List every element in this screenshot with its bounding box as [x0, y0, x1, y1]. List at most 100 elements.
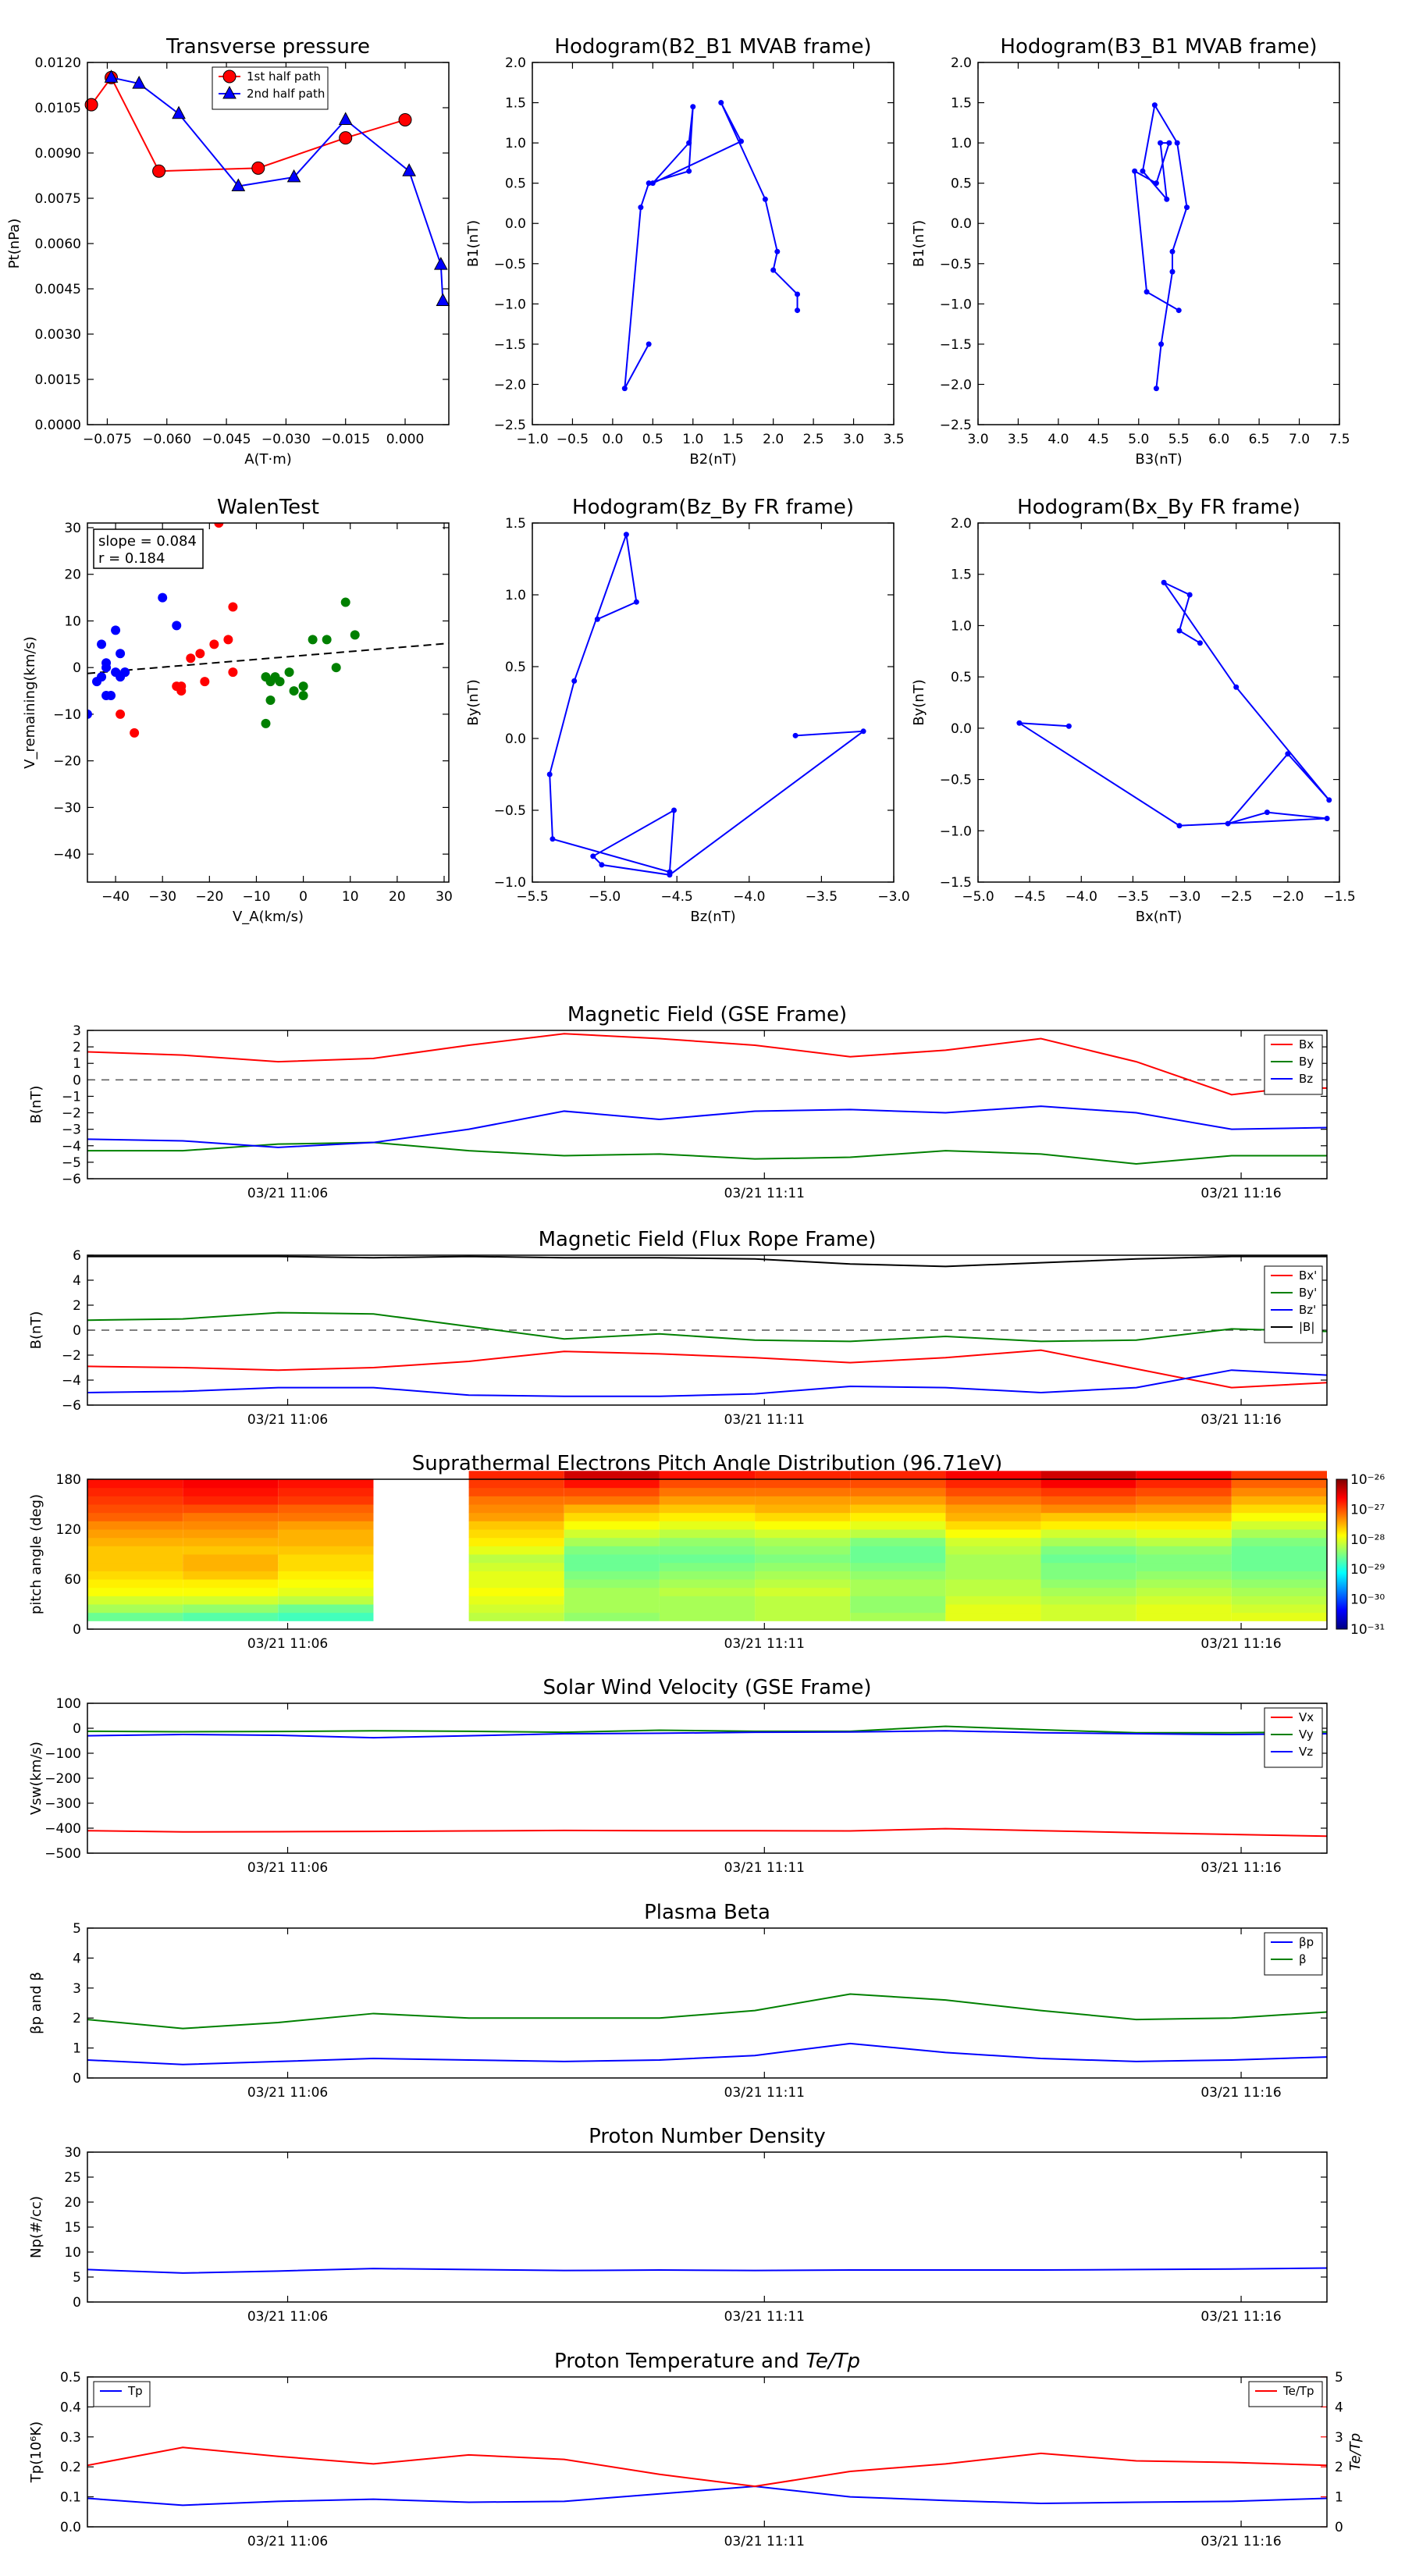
y-tick-label: 4 [73, 1951, 81, 1966]
heatmap-cell [850, 1587, 946, 1596]
heatmap-cell [945, 1579, 1041, 1589]
y-tick-label: −4 [62, 1373, 81, 1389]
heatmap-cell [850, 1604, 946, 1614]
chart-tp: Transverse pressure −0.075 −0.060 −0.045 −0.… [6, 35, 450, 468]
colorbar-tick-label: 10⁻³¹ [1350, 1622, 1385, 1638]
heatmap-cell [564, 1496, 660, 1505]
y-tick-label: 1.0 [505, 136, 526, 151]
heatmap-cell [850, 1521, 946, 1530]
heatmap-cell [1136, 1579, 1232, 1589]
x-tick-label: −0.030 [261, 432, 311, 447]
heatmap-cell [1040, 1504, 1136, 1514]
annotation-text: r = 0.184 [98, 550, 165, 567]
y-tick-label: 0.0105 [35, 101, 81, 116]
heatmap-cell [1231, 1471, 1327, 1480]
y-tick-label: −2.5 [940, 418, 972, 433]
heatmap-cell [468, 1579, 564, 1589]
legend-label: Bx' [1299, 1268, 1317, 1283]
y-tick-label: 20 [64, 2195, 81, 2211]
heatmap-cell [1231, 1546, 1327, 1555]
y-tick-label: 2 [73, 1298, 81, 1314]
data-point [116, 649, 126, 659]
data-point [792, 732, 799, 738]
y-tick-label: −4 [62, 1139, 81, 1155]
data-point [1140, 168, 1146, 174]
heatmap-cell [1136, 1562, 1232, 1571]
colorbar-tick-label: 10⁻²⁹ [1350, 1562, 1385, 1578]
legend-label: 1st half path [247, 69, 321, 84]
data-point [621, 386, 628, 392]
heatmap-cell [468, 1504, 564, 1514]
y2-tick-label: 5 [1335, 2370, 1343, 2386]
chart-title: Magnetic Field (Flux Rope Frame) [539, 1228, 877, 1251]
series-line [87, 1369, 1327, 1397]
x-tick-label: −3.5 [806, 889, 838, 905]
legend-label: Bz [1299, 1072, 1313, 1086]
y2-axis-label: Te/Tp [1347, 2433, 1364, 2471]
data-point [1285, 751, 1291, 757]
heatmap-cell [183, 1537, 279, 1546]
heatmap-cell [183, 1604, 279, 1614]
y-tick-label: 1.5 [505, 516, 526, 532]
y-tick-label: 1 [73, 2041, 81, 2057]
x-tick-label: 20 [389, 889, 406, 905]
y-tick-label: 2.0 [951, 516, 972, 532]
chart-title: Proton Number Density [589, 2125, 826, 2148]
x-tick-label: 03/21 11:06 [247, 2085, 328, 2101]
heatmap-cell [278, 1529, 374, 1539]
y-tick-label: 0 [73, 1721, 81, 1737]
heatmap-cell [659, 1504, 756, 1514]
heatmap-cell [850, 1554, 946, 1564]
data-point [130, 728, 140, 738]
data-point [322, 635, 332, 645]
y-tick-label: 1.0 [951, 136, 972, 151]
chart-hzy: Hodogram(Bz_By FR frame) −5.5 −5.0 −4.5 −4.0… [465, 496, 910, 925]
x-tick-label: 4.0 [1048, 432, 1069, 447]
data-point [670, 807, 677, 813]
y-tick-label: −10 [53, 707, 81, 723]
series-line [87, 1827, 1327, 1838]
x-tick-label: 03/21 11:11 [724, 1412, 805, 1428]
heatmap-cell [564, 1554, 660, 1564]
x-tick-label: −1.5 [1323, 889, 1355, 905]
heatmap-cell [850, 1487, 946, 1496]
x-tick-label: 03/21 11:06 [247, 1860, 328, 1876]
y-tick-label: 0.0090 [35, 146, 81, 162]
heatmap-cell [183, 1546, 279, 1555]
x-tick-label: 03/21 11:16 [1200, 1860, 1281, 1876]
data-point [284, 667, 294, 678]
heatmap-cell [468, 1471, 564, 1480]
data-point [222, 69, 237, 84]
heatmap-cell [564, 1546, 660, 1555]
heatmap-cell [278, 1554, 374, 1564]
x-tick-label: −20 [195, 889, 223, 905]
data-point [770, 267, 777, 273]
x-tick-label: −0.015 [321, 432, 370, 447]
y2-tick-label: 3 [1335, 2430, 1343, 2446]
heatmap-cell [564, 1512, 660, 1521]
data-point [860, 728, 866, 735]
heatmap-cell [755, 1521, 851, 1530]
data-point [402, 163, 416, 176]
heatmap-cell [564, 1579, 660, 1589]
data-point [298, 681, 308, 692]
x-tick-label: 03/21 11:11 [724, 1186, 805, 1201]
heatmap-cell [87, 1596, 183, 1605]
data-point [1169, 269, 1176, 275]
heatmap-cell [1136, 1537, 1232, 1546]
x-tick-label: 2.0 [763, 432, 784, 447]
x-tick-label: 03/21 11:06 [247, 1412, 328, 1428]
heatmap-cell [87, 1604, 183, 1614]
data-point [261, 718, 271, 728]
y-tick-label: −0.5 [494, 257, 526, 272]
heatmap-cell [659, 1596, 756, 1605]
data-point [223, 635, 233, 645]
heatmap-cell [1136, 1546, 1232, 1555]
y-axis-label: Tp(10⁶K) [28, 2421, 44, 2483]
chart-bfr: Magnetic Field (Flux Rope Frame) 03/21 11… [28, 1228, 1328, 1428]
y-tick-label: 25 [64, 2170, 81, 2186]
data-point [1132, 168, 1138, 174]
heatmap-cell [1136, 1479, 1232, 1489]
chart-h21: Hodogram(B2_B1 MVAB frame) −1.0 −0.5 0.0 0.5… [465, 35, 905, 468]
heatmap-cell [278, 1587, 374, 1596]
